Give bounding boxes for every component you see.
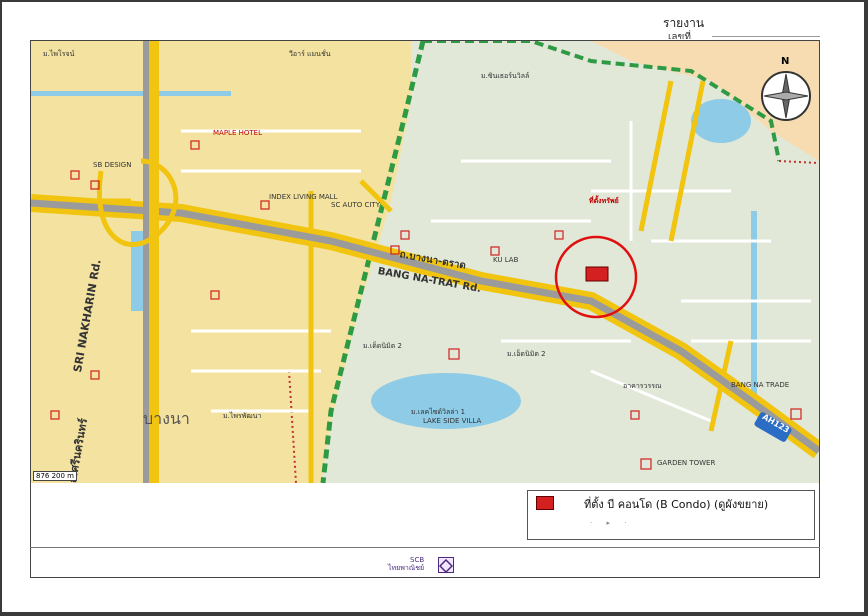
district-label: บางนา: [143, 409, 190, 428]
place-lakeside-villa-1: ม.เลคไซด์วิลล่า 1: [411, 408, 466, 416]
brand-logo: [438, 557, 454, 574]
header-rule: [712, 36, 820, 37]
place-garden-tower: GARDEN TOWER: [657, 459, 716, 467]
subject-location-label: ที่ตั้งทรัพย์: [589, 197, 619, 205]
place-sb-design: SB DESIGN: [93, 161, 132, 169]
brand-line-1: SCB: [410, 556, 425, 564]
legend-swatch: [536, 496, 554, 510]
location-map[interactable]: ม.ไพโรจน์ ม.ซินเธอร์นวิลล์ วีอาร์ แมนชั่…: [31, 41, 819, 483]
province-boundary-west: [288, 370, 297, 483]
map-scale: 876 200 m: [33, 471, 77, 481]
brand-name: SCB ไทยพาณิชย์: [388, 556, 424, 572]
place-detnimit-2: ม.เด็ดนิมิต 2: [363, 342, 402, 350]
place-paipattana: ม.ไพรพัฒนา: [223, 412, 262, 420]
place-bangna-trade: BANG NA TRADE: [731, 381, 790, 389]
place-sc-auto-city: SC AUTO CITY: [331, 201, 380, 209]
place-synthorn-ville: ม.ซินเธอร์นวิลล์: [481, 72, 530, 80]
legend-decoration: · ▸ ·: [590, 519, 633, 527]
place-paironj: ม.ไพโรจน์: [43, 50, 75, 58]
place-wanna-building: อาคารวรรณ: [623, 382, 662, 390]
footer-divider: [30, 547, 820, 548]
canal-north: [31, 91, 231, 96]
north-compass: N: [760, 56, 812, 126]
place-ku-lab: KU LAB: [493, 256, 519, 264]
map-legend: ที่ตั้ง บี คอนโด (B Condo) (ดูผังขยาย) ·…: [527, 490, 815, 540]
north-label: N: [781, 56, 790, 67]
place-maple-hotel: MAPLE HOTEL: [213, 129, 262, 137]
legend-label: ที่ตั้ง บี คอนโด (B Condo) (ดูผังขยาย): [584, 498, 769, 511]
place-vr-mansion: วีอาร์ แมนชั่น: [289, 50, 331, 58]
place-index-living-mall: INDEX LIVING MALL: [269, 193, 338, 201]
subject-location-marker: [585, 266, 609, 282]
report-number-label: เลขที่: [668, 32, 691, 39]
place-lake-side-villa: LAKE SIDE VILLA: [423, 417, 482, 425]
brand-line-2: ไทยพาณิชย์: [388, 564, 425, 572]
place-ednimit-2: ม.เอ็ดนิมิต 2: [507, 350, 546, 358]
